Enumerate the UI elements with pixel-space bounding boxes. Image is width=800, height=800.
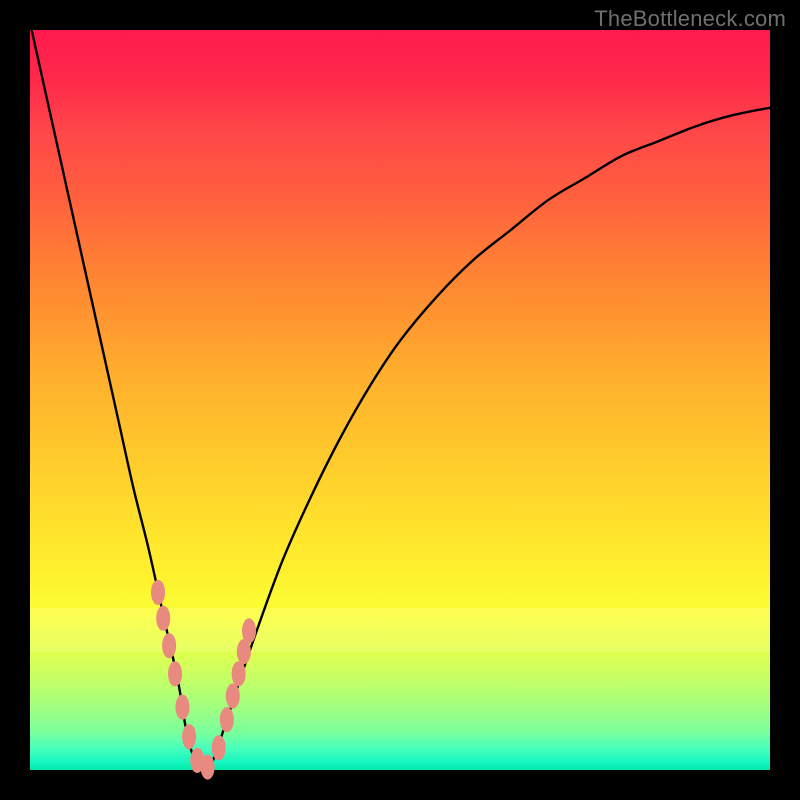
marker-point: [168, 661, 182, 686]
marker-point: [162, 633, 176, 658]
outer-frame: TheBottleneck.com: [0, 0, 800, 800]
bottleneck-curve: [30, 23, 770, 772]
marker-point: [232, 661, 246, 686]
curve-svg: [30, 30, 770, 770]
marker-point: [182, 724, 196, 749]
marker-point: [226, 683, 240, 708]
plot-area: [30, 30, 770, 770]
marker-point: [242, 618, 256, 643]
marker-point: [212, 735, 226, 760]
marker-point: [201, 754, 215, 779]
marker-group: [151, 580, 256, 780]
watermark-text: TheBottleneck.com: [594, 6, 786, 32]
marker-point: [156, 606, 170, 631]
marker-point: [220, 707, 234, 732]
marker-point: [151, 580, 165, 605]
marker-point: [175, 695, 189, 720]
